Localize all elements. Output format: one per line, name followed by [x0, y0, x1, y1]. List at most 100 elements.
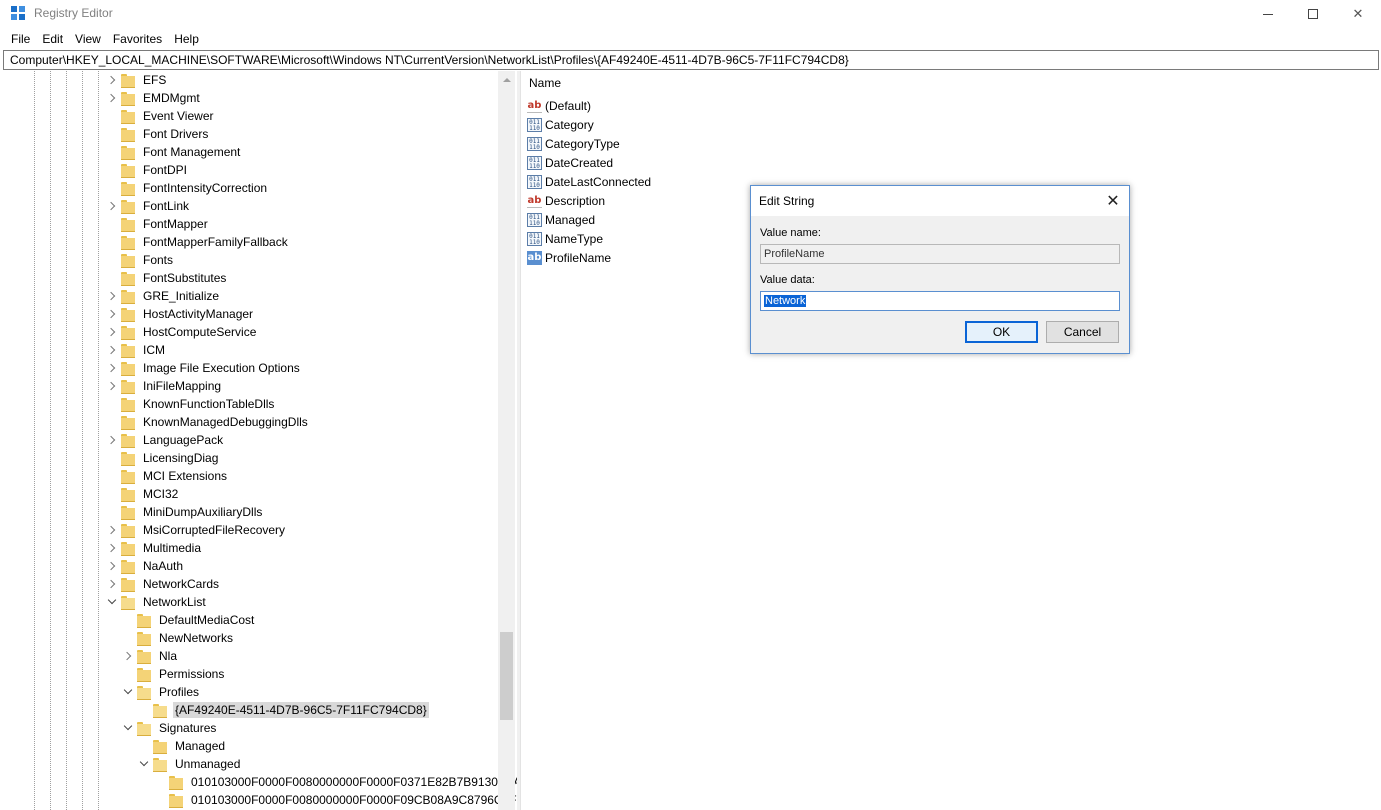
folder-icon — [137, 631, 151, 646]
tree-item[interactable]: NewNetworks — [122, 629, 235, 647]
value-row[interactable]: ab Description — [527, 191, 605, 210]
registry-key-tree[interactable]: EFS EMDMgmt Event Viewer Font Drivers Font M… — [0, 71, 517, 810]
tree-item[interactable]: FontMapperFamilyFallback — [106, 233, 290, 251]
tree-item[interactable]: HostActivityManager — [106, 305, 255, 323]
collapse-arrow-icon[interactable] — [106, 593, 118, 611]
expand-arrow-icon[interactable] — [106, 287, 118, 305]
column-header-name[interactable]: Name — [529, 76, 561, 90]
expand-arrow-icon[interactable] — [106, 575, 118, 593]
expand-arrow-icon[interactable] — [106, 89, 118, 107]
menu-view[interactable]: View — [69, 29, 107, 49]
expand-arrow-icon[interactable] — [106, 539, 118, 557]
tree-item[interactable]: Nla — [122, 647, 179, 665]
tree-item[interactable]: LicensingDiag — [106, 449, 220, 467]
tree-item[interactable]: Image File Execution Options — [106, 359, 302, 377]
tree-item[interactable]: FontMapper — [106, 215, 210, 233]
tree-item[interactable]: Managed — [138, 737, 227, 755]
tree-item[interactable]: ICM — [106, 341, 167, 359]
tree-item[interactable]: Multimedia — [106, 539, 203, 557]
expand-arrow-icon[interactable] — [106, 557, 118, 575]
pane-splitter[interactable] — [517, 71, 521, 810]
tree-item[interactable]: Font Management — [106, 143, 242, 161]
expand-arrow-icon[interactable] — [106, 341, 118, 359]
value-name: NameType — [545, 231, 604, 246]
tree-item[interactable]: NaAuth — [106, 557, 185, 575]
expand-arrow-icon[interactable] — [106, 377, 118, 395]
menu-edit[interactable]: Edit — [36, 29, 69, 49]
tree-item[interactable]: LanguagePack — [106, 431, 225, 449]
ok-button[interactable]: OK — [965, 321, 1038, 343]
menu-help[interactable]: Help — [168, 29, 205, 49]
value-row[interactable]: ab (Default) — [527, 96, 591, 115]
dialog-close-button[interactable]: ✕ — [1101, 190, 1125, 212]
tree-item[interactable]: FontLink — [106, 197, 191, 215]
value-row[interactable]: 011 110 DateCreated — [527, 153, 613, 172]
tree-item[interactable]: Permissions — [122, 665, 226, 683]
tree-item[interactable]: GRE_Initialize — [106, 287, 221, 305]
menu-file[interactable]: File — [0, 29, 36, 49]
tree-item[interactable]: FontDPI — [106, 161, 189, 179]
value-row[interactable]: 011 110 Category — [527, 115, 594, 134]
minimize-button[interactable] — [1245, 0, 1291, 28]
tree-item[interactable]: DefaultMediaCost — [122, 611, 256, 629]
maximize-button[interactable] — [1290, 0, 1336, 28]
folder-icon — [121, 415, 135, 430]
values-list[interactable]: Name ab (Default) 011 110 Category 011 110 Ca… — [522, 71, 1381, 810]
tree-item[interactable]: Profiles — [122, 683, 201, 701]
collapse-arrow-icon[interactable] — [138, 755, 150, 773]
close-button[interactable]: ✕ — [1335, 0, 1381, 28]
value-row[interactable]: 011 110 DateLastConnected — [527, 172, 651, 191]
tree-item[interactable]: FontIntensityCorrection — [106, 179, 269, 197]
collapse-arrow-icon[interactable] — [122, 683, 134, 701]
collapse-arrow-icon[interactable] — [122, 719, 134, 737]
tree-item[interactable]: KnownManagedDebuggingDlls — [106, 413, 310, 431]
expand-arrow-icon[interactable] — [106, 197, 118, 215]
tree-item[interactable]: EMDMgmt — [106, 89, 202, 107]
expand-arrow-icon[interactable] — [106, 431, 118, 449]
tree-item[interactable]: MiniDumpAuxiliaryDlls — [106, 503, 264, 521]
tree-item[interactable]: NetworkList — [106, 593, 208, 611]
tree-item[interactable]: {AF49240E-4511-4D7B-96C5-7F11FC794CD8} — [138, 701, 429, 719]
tree-item[interactable]: HostComputeService — [106, 323, 258, 341]
menu-bar: File Edit View Favorites Help — [0, 29, 1381, 49]
address-bar[interactable]: Computer\HKEY_LOCAL_MACHINE\SOFTWARE\Mic… — [3, 50, 1379, 70]
tree-item[interactable]: NetworkCards — [106, 575, 221, 593]
cancel-button[interactable]: Cancel — [1046, 321, 1119, 343]
scroll-up-arrow-icon[interactable] — [498, 71, 515, 88]
value-row[interactable]: 011 110 Managed — [527, 210, 595, 229]
scrollbar-thumb[interactable] — [500, 632, 513, 720]
menu-favorites[interactable]: Favorites — [107, 29, 168, 49]
value-row[interactable]: 011 110 CategoryType — [527, 134, 620, 153]
tree-item-label: LicensingDiag — [143, 451, 219, 465]
folder-icon — [121, 163, 135, 178]
expand-arrow-icon[interactable] — [122, 647, 134, 665]
expand-arrow-icon[interactable] — [106, 71, 118, 89]
value-row[interactable]: 011 110 NameType — [527, 229, 603, 248]
expand-arrow-icon[interactable] — [106, 521, 118, 539]
tree-item[interactable]: MsiCorruptedFileRecovery — [106, 521, 287, 539]
tree-item[interactable]: 010103000F0000F0080000000F0000F0371E82B7… — [154, 773, 517, 791]
expand-arrow-icon[interactable] — [106, 305, 118, 323]
tree-item-label: NewNetworks — [159, 631, 234, 645]
folder-icon — [137, 649, 151, 664]
tree-item[interactable]: Event Viewer — [106, 107, 215, 125]
tree-item[interactable]: Signatures — [122, 719, 218, 737]
tree-item[interactable]: IniFileMapping — [106, 377, 223, 395]
tree-item[interactable]: 010103000F0000F0080000000F0000F09CB08A9C… — [154, 791, 517, 809]
value-name: (Default) — [545, 98, 592, 113]
expand-arrow-icon[interactable] — [106, 323, 118, 341]
value-data-input[interactable]: Network — [760, 291, 1120, 311]
tree-item[interactable]: Font Drivers — [106, 125, 210, 143]
value-row[interactable]: ab ProfileName — [527, 248, 611, 267]
tree-item[interactable]: FontSubstitutes — [106, 269, 228, 287]
tree-item[interactable]: Fonts — [106, 251, 175, 269]
tree-item[interactable]: EFS — [106, 71, 168, 89]
expand-arrow-icon[interactable] — [106, 359, 118, 377]
value-name: Description — [545, 193, 606, 208]
tree-item[interactable]: KnownFunctionTableDlls — [106, 395, 276, 413]
tree-item[interactable]: Unmanaged — [138, 755, 242, 773]
tree-item[interactable]: MCI Extensions — [106, 467, 229, 485]
tree-item[interactable]: MCI32 — [106, 485, 180, 503]
tree-scrollbar[interactable] — [498, 71, 515, 810]
folder-icon — [169, 775, 183, 790]
